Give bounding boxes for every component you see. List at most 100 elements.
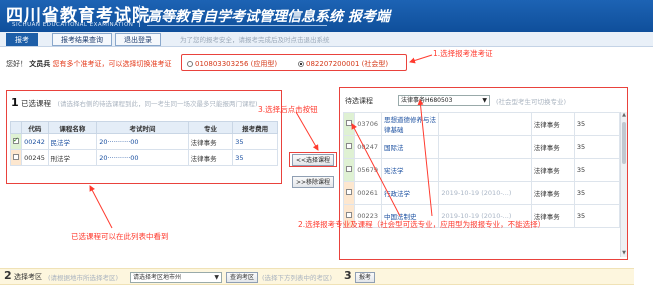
tab-register[interactable]: 报考 xyxy=(6,33,38,46)
greeting-prefix: 您好！ xyxy=(6,60,27,68)
candidate-panel-header: 待选课程 xyxy=(345,96,373,106)
course-major: 法律事务 xyxy=(530,112,575,136)
row-checkbox-cell[interactable] xyxy=(9,149,23,166)
candidate-scrollbar[interactable]: ▲ ▼ xyxy=(620,112,627,257)
header-name: 课程名称 xyxy=(47,121,98,134)
course-fee: 35 xyxy=(573,158,621,182)
course-name: 民法学 xyxy=(47,133,98,150)
course-fee: 35 xyxy=(573,181,621,205)
remove-course-button[interactable]: >>移除课程 xyxy=(292,176,334,188)
scroll-up-icon[interactable]: ▲ xyxy=(621,112,627,119)
exam-time xyxy=(438,112,532,136)
exam-time xyxy=(438,158,532,182)
course-major: 法律事务 xyxy=(187,149,234,166)
table-row[interactable]: 00261 行政法学 2019-10-19 (2010-...) 法律事务 35 xyxy=(342,181,621,205)
course-code: 03706 xyxy=(354,112,382,136)
header-time: 考试时间 xyxy=(96,121,189,134)
course-code: 00242 xyxy=(21,133,49,150)
select-course-button[interactable]: <<选择课程 xyxy=(292,154,334,166)
table-header-row: 代码 课程名称 考试时间 专业 报考费用 xyxy=(9,121,278,134)
arrow-step4 xyxy=(89,185,113,229)
candidate-hint-wrap: (社会型考生可切换专业) xyxy=(496,96,566,106)
row-checkbox-cell[interactable] xyxy=(342,158,356,182)
site-header: 四川省教育考试院 SICHUAN EDUCATIONAL EXAMINATION… xyxy=(0,0,653,32)
region-label: 选择考区 xyxy=(14,273,42,281)
checkbox[interactable] xyxy=(13,136,19,144)
scroll-thumb[interactable] xyxy=(622,122,626,164)
checkbox[interactable] xyxy=(346,166,352,172)
table-row[interactable]: 00242 民法学 20···········00 法律事务 35 xyxy=(9,133,278,150)
title-underline xyxy=(147,25,327,26)
course-code: 00261 xyxy=(354,181,382,205)
row-checkbox-cell[interactable] xyxy=(342,181,356,205)
checkbox[interactable] xyxy=(346,143,352,149)
annotation-step1: 1.选择报考准考证 xyxy=(433,49,493,58)
course-name: 行政法学 xyxy=(380,181,440,205)
query-region-button[interactable]: 查询考区 xyxy=(226,272,259,283)
step-number-2: 2 xyxy=(4,269,12,282)
course-name: 国际法 xyxy=(380,135,440,159)
row-checkbox-cell[interactable] xyxy=(342,135,356,159)
step-number: 1 xyxy=(11,96,19,109)
course-fee: 35 xyxy=(232,133,278,150)
header-code: 代码 xyxy=(21,121,49,134)
course-fee: 35 xyxy=(573,135,621,159)
selected-panel-header: 1 已选课程 (请选择右侧的待选课程到此，同一考生同一场次最多只能报两门课程) xyxy=(11,96,258,109)
row-checkbox-cell[interactable] xyxy=(9,133,23,150)
system-title: 高等教育自学考试管理信息系统 报考端 xyxy=(147,9,390,25)
header-divider xyxy=(139,5,140,27)
tab-results[interactable]: 报考结果查询 xyxy=(52,33,112,46)
selected-courses-table: 代码 课程名称 考试时间 专业 报考费用 00242 民法学 20·······… xyxy=(9,121,278,166)
header-fee: 报考费用 xyxy=(232,121,278,134)
submit-register-button[interactable]: 报考 xyxy=(355,272,376,283)
ticket-label-social: 082207200001 (社会型) xyxy=(306,60,389,68)
region-select[interactable]: 请选择考区地市州 ▼ xyxy=(130,272,222,283)
course-code: 05679 xyxy=(354,158,382,182)
candidate-panel-title: 待选课程 xyxy=(345,97,373,105)
annotation-step2: 2.选择报考专业及课程（社会型可选专业，应用型为报报专业，不能选择） xyxy=(298,220,546,229)
chevron-down-icon: ▼ xyxy=(214,274,219,281)
annotation-step4: 已选课程可以在此列表中看到 xyxy=(71,232,169,241)
course-name: 思想道德修养与法律基础 xyxy=(380,112,440,136)
major-select[interactable]: 法律事务H680503 ▼ xyxy=(398,95,490,106)
course-major: 法律事务 xyxy=(530,158,575,182)
exam-time: 20···········00 xyxy=(96,133,189,150)
tab-logout[interactable]: 退出登录 xyxy=(115,33,161,46)
region-hint: (请根据地市所选择考区) xyxy=(48,274,119,282)
checkbox[interactable] xyxy=(346,189,352,195)
ticket-radio-social[interactable]: 082207200001 (社会型) xyxy=(298,59,388,69)
arrow-step3 xyxy=(295,111,319,151)
course-fee: 35 xyxy=(232,149,278,166)
ticket-label-applied: 010803303256 (应用型) xyxy=(195,60,278,68)
step-number-3: 3 xyxy=(344,269,352,282)
scroll-down-icon[interactable]: ▼ xyxy=(621,250,627,257)
row-checkbox-cell[interactable] xyxy=(342,112,356,136)
exam-time: 2019-10-19 (2010-...) xyxy=(438,181,532,205)
course-major: 法律事务 xyxy=(187,133,234,150)
security-marquee: 为了您的报考安全，请报考完成后及时点击退出系统 xyxy=(180,36,330,44)
checkbox[interactable] xyxy=(346,120,352,126)
header-major: 专业 xyxy=(187,121,234,134)
major-select-value: 法律事务H680503 xyxy=(401,97,453,104)
selected-panel-title: 已选课程 xyxy=(21,99,52,108)
checkbox[interactable] xyxy=(13,153,19,160)
radio-dot-selected xyxy=(298,61,304,67)
course-fee: 35 xyxy=(573,112,621,136)
checkbox[interactable] xyxy=(346,212,352,218)
logo-subtitle: SICHUAN EDUCATIONAL EXAMINATION xyxy=(12,22,134,28)
chevron-down-icon: ▼ xyxy=(482,97,487,104)
ticket-radio-applied[interactable]: 010803303256 (应用型) xyxy=(187,59,277,69)
table-row[interactable]: 05679 宪法学 法律事务 35 xyxy=(342,158,621,182)
radio-dot xyxy=(187,61,193,67)
ticket-tip: 您有多个准考证，可以选择切换准考证 xyxy=(52,60,172,68)
table-row[interactable]: 00247 国际法 法律事务 35 xyxy=(342,135,621,159)
exam-time: 20···········00 xyxy=(96,149,189,166)
header-check xyxy=(9,121,23,134)
course-major: 法律事务 xyxy=(530,181,575,205)
candidate-panel-hint: (社会型考生可切换专业) xyxy=(496,98,567,106)
course-code: 00247 xyxy=(354,135,382,159)
candidate-courses-table: 03706 思想道德修养与法律基础 法律事务 35 00247 国际法 法律事务… xyxy=(342,112,621,228)
selected-panel-hint: (请选择右侧的待选课程到此，同一考生同一场次最多只能报两门课程) xyxy=(57,100,258,108)
table-row[interactable]: 03706 思想道德修养与法律基础 法律事务 35 xyxy=(342,112,621,136)
table-row[interactable]: 00245 刑法学 20···········00 法律事务 35 xyxy=(9,149,278,166)
